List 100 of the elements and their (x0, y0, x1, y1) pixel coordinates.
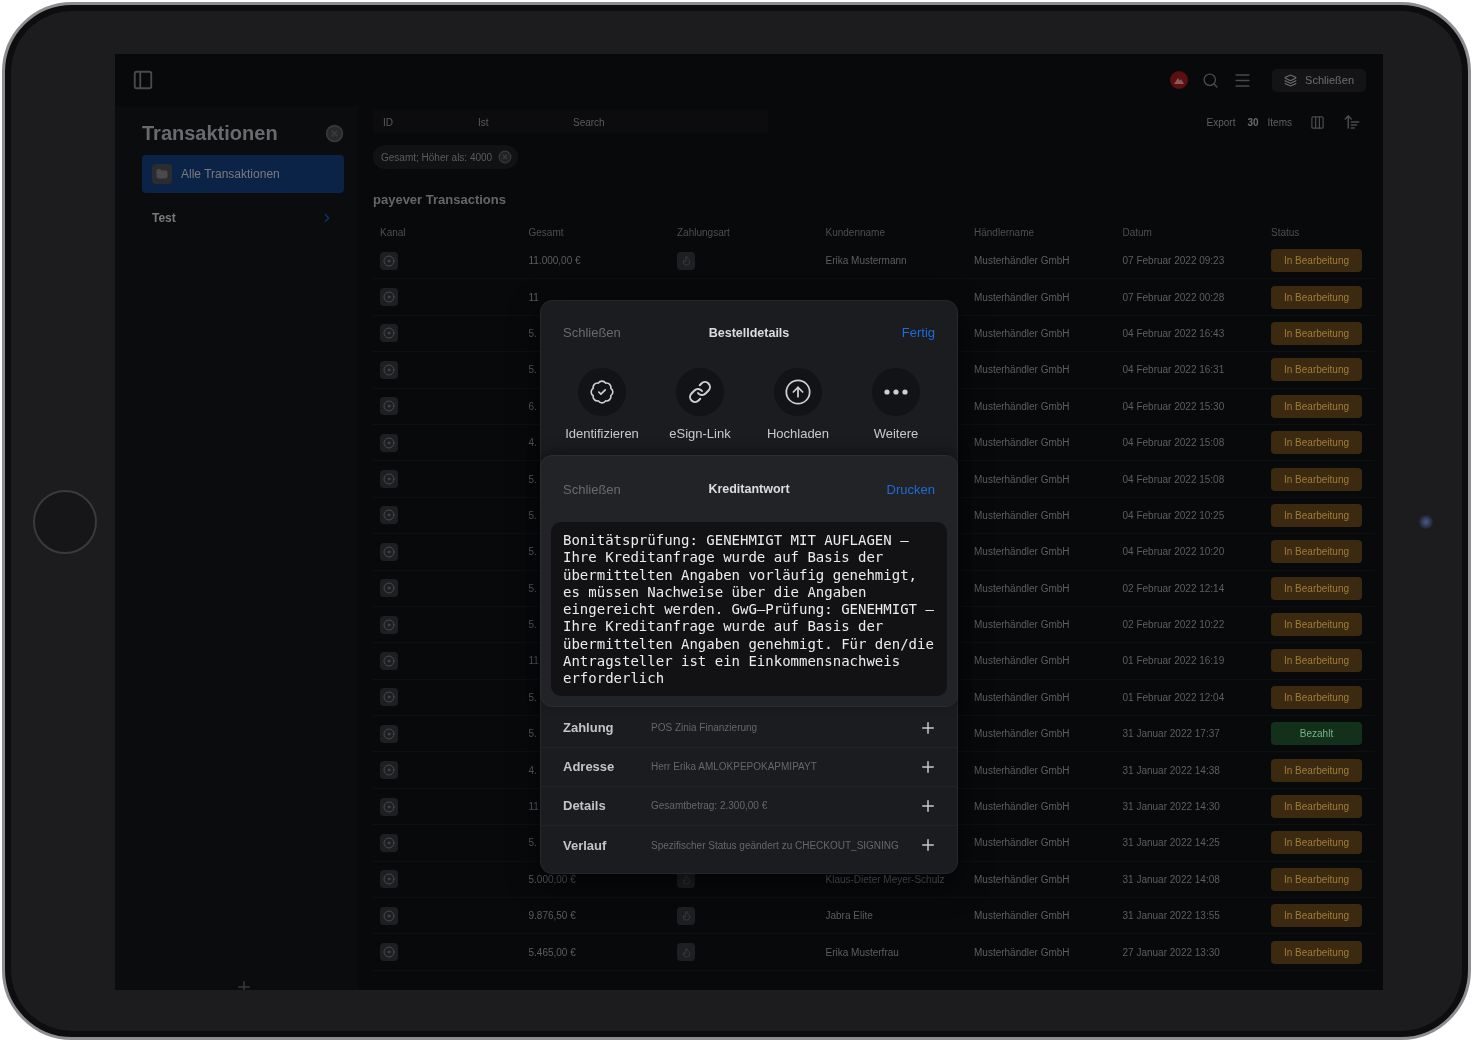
table-cell: Jabra Elite (825, 910, 873, 922)
table-cell: 31 Januar 2022 14:30 (1122, 801, 1220, 813)
table-cell: Musterhändler GmbH (974, 910, 1070, 922)
table-cell: 5. (528, 473, 537, 485)
table-cell: 5. (528, 327, 537, 339)
table-cell: Musterhändler GmbH (974, 291, 1070, 303)
table-cell: Musterhändler GmbH (974, 619, 1070, 631)
table-cell: Musterhändler GmbH (974, 255, 1070, 267)
item-count: 30 (1247, 116, 1259, 128)
filter-chip[interactable]: Gesamt; Höher als: 4000 (373, 145, 519, 169)
section-label: Verlauf (563, 837, 608, 853)
table-cell: 01 Februar 2022 12:04 (1122, 691, 1225, 703)
table-cell: 04 Februar 2022 10:20 (1122, 546, 1225, 558)
upload-icon (784, 378, 812, 406)
status-badge: In Bearbeitung (1271, 503, 1362, 527)
channel-icon (380, 724, 398, 743)
table-cell: Musterhändler GmbH (974, 837, 1070, 849)
table-cell: Musterhändler GmbH (974, 873, 1070, 885)
table-cell: 04 Februar 2022 15:30 (1122, 400, 1225, 412)
status-badge: Bezahlt (1271, 722, 1362, 746)
channel-icon (380, 324, 398, 343)
table-cell: 5. (528, 509, 537, 521)
channel-icon (380, 506, 398, 525)
table-cell: 01 Februar 2022 16:19 (1122, 655, 1225, 667)
table-cell: Musterhändler GmbH (974, 509, 1070, 521)
table-cell: Musterhändler GmbH (974, 655, 1070, 667)
section-value: Spezifischer Status geändert zu CHECKOUT_SIGNING (651, 839, 900, 851)
close-link[interactable]: Schließen (563, 481, 621, 497)
table-cell: Erika Mustermann (825, 255, 907, 267)
action-button[interactable]: Identifizieren (553, 364, 651, 455)
action-button[interactable]: eSign-Link (651, 364, 749, 455)
section-label: Details (563, 798, 607, 814)
table-cell: Musterhändler GmbH (974, 437, 1070, 449)
sidebar-toggle-icon[interactable] (132, 69, 154, 91)
channel-icon (380, 761, 398, 780)
status-badge: In Bearbeitung (1271, 249, 1362, 273)
channel-icon (380, 288, 398, 307)
action-button[interactable]: Weitere (847, 364, 945, 455)
print-link[interactable]: Drucken (886, 481, 935, 497)
channel-icon (380, 397, 398, 416)
sidebar-item[interactable]: Test (142, 193, 344, 243)
status-badge: In Bearbeitung (1271, 795, 1362, 819)
table-cell: 04 Februar 2022 10:25 (1122, 509, 1225, 521)
table-cell: 5. (528, 364, 537, 376)
section-value: POS Zinia Finanzierung (651, 722, 759, 734)
table-cell: 31 Januar 2022 14:08 (1122, 873, 1220, 885)
remove-icon[interactable] (498, 150, 513, 164)
channel-icon (380, 906, 398, 925)
table-cell: 5. (528, 691, 537, 703)
sort-icon[interactable] (1343, 113, 1361, 131)
column-header[interactable]: Zahlungsart (677, 226, 826, 238)
table-cell: Musterhändler GmbH (974, 327, 1070, 339)
channel-icon (380, 360, 398, 379)
status-badge: In Bearbeitung (1271, 576, 1362, 600)
status-badge: In Bearbeitung (1271, 358, 1362, 382)
sidebar-item[interactable]: Alle Transaktionen (142, 155, 344, 193)
table-cell: Musterhändler GmbH (974, 473, 1070, 485)
section-label: Adresse (563, 759, 616, 775)
link-icon (688, 380, 712, 404)
column-header[interactable]: Gesamt (528, 226, 677, 238)
columns-icon[interactable] (1310, 114, 1325, 130)
close-link[interactable]: Schließen (563, 325, 621, 340)
channel-icon (380, 542, 398, 561)
close-icon[interactable] (325, 124, 344, 143)
filter-field[interactable]: Ist (468, 110, 563, 134)
section-value: Gesamtbetrag: 2.300,00 € (651, 800, 769, 812)
folder-icon (152, 164, 172, 184)
table-cell: Musterhändler GmbH (974, 764, 1070, 776)
layers-icon (1284, 73, 1298, 87)
table-cell: 11 (528, 655, 539, 667)
channel-icon (380, 470, 398, 489)
table-cell: 5. (528, 619, 537, 631)
done-link[interactable]: Fertig (901, 325, 935, 340)
channel-icon (380, 833, 398, 852)
column-header[interactable]: Kanal (380, 226, 529, 238)
action-button[interactable]: Hochladen (749, 364, 847, 455)
status-badge: In Bearbeitung (1271, 285, 1362, 309)
table-cell: Musterhändler GmbH (974, 364, 1070, 376)
column-header[interactable]: Händlername (974, 226, 1123, 238)
table-cell: 07 Februar 2022 00:28 (1122, 291, 1225, 303)
column-header[interactable]: Status (1271, 226, 1375, 238)
table-cell: Musterhändler GmbH (974, 728, 1070, 740)
table-cell: 04 Februar 2022 16:43 (1122, 327, 1225, 339)
channel-icon (380, 615, 398, 634)
channel-icon (380, 251, 398, 270)
export-button[interactable]: Export (1206, 116, 1236, 128)
search-icon[interactable] (1202, 71, 1220, 89)
table-cell: 5. (528, 837, 537, 849)
channel-icon (380, 688, 398, 707)
filter-field[interactable]: Search (563, 110, 768, 134)
table-cell: Musterhändler GmbH (974, 582, 1070, 594)
table-cell: Erika Musterfrau (825, 946, 899, 958)
status-badge: In Bearbeitung (1271, 467, 1362, 491)
filter-field[interactable]: ID (373, 110, 468, 134)
column-header[interactable]: Datum (1122, 226, 1271, 238)
avatar-icon[interactable] (1170, 71, 1189, 89)
close-button[interactable]: Schließen (1272, 68, 1366, 92)
table-title: payever Transactions (373, 192, 507, 207)
table-cell: 27 Januar 2022 13:30 (1122, 946, 1220, 958)
column-header[interactable]: Kundenname (825, 226, 974, 238)
